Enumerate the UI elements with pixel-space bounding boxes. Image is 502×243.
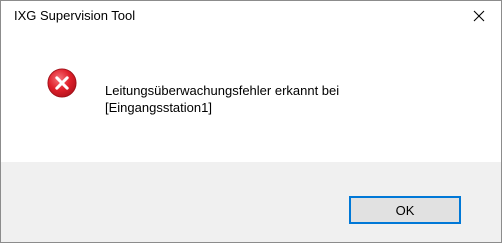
error-icon (47, 68, 77, 98)
message-line-1: Leitungsüberwachungsfehler erkannt bei (105, 83, 340, 98)
close-icon (473, 10, 484, 21)
close-button[interactable] (456, 1, 501, 30)
dialog-title: IXG Supervision Tool (14, 8, 136, 23)
message-line-2: [Eingangsstation1] (105, 100, 212, 115)
dialog-message: Leitungsüberwachungsfehler erkannt bei [… (105, 82, 485, 116)
ok-button[interactable]: OK (349, 196, 461, 224)
message-dialog: IXG Supervision Tool Leitungsüberwachung… (0, 0, 502, 243)
title-bar: IXG Supervision Tool (1, 1, 501, 30)
